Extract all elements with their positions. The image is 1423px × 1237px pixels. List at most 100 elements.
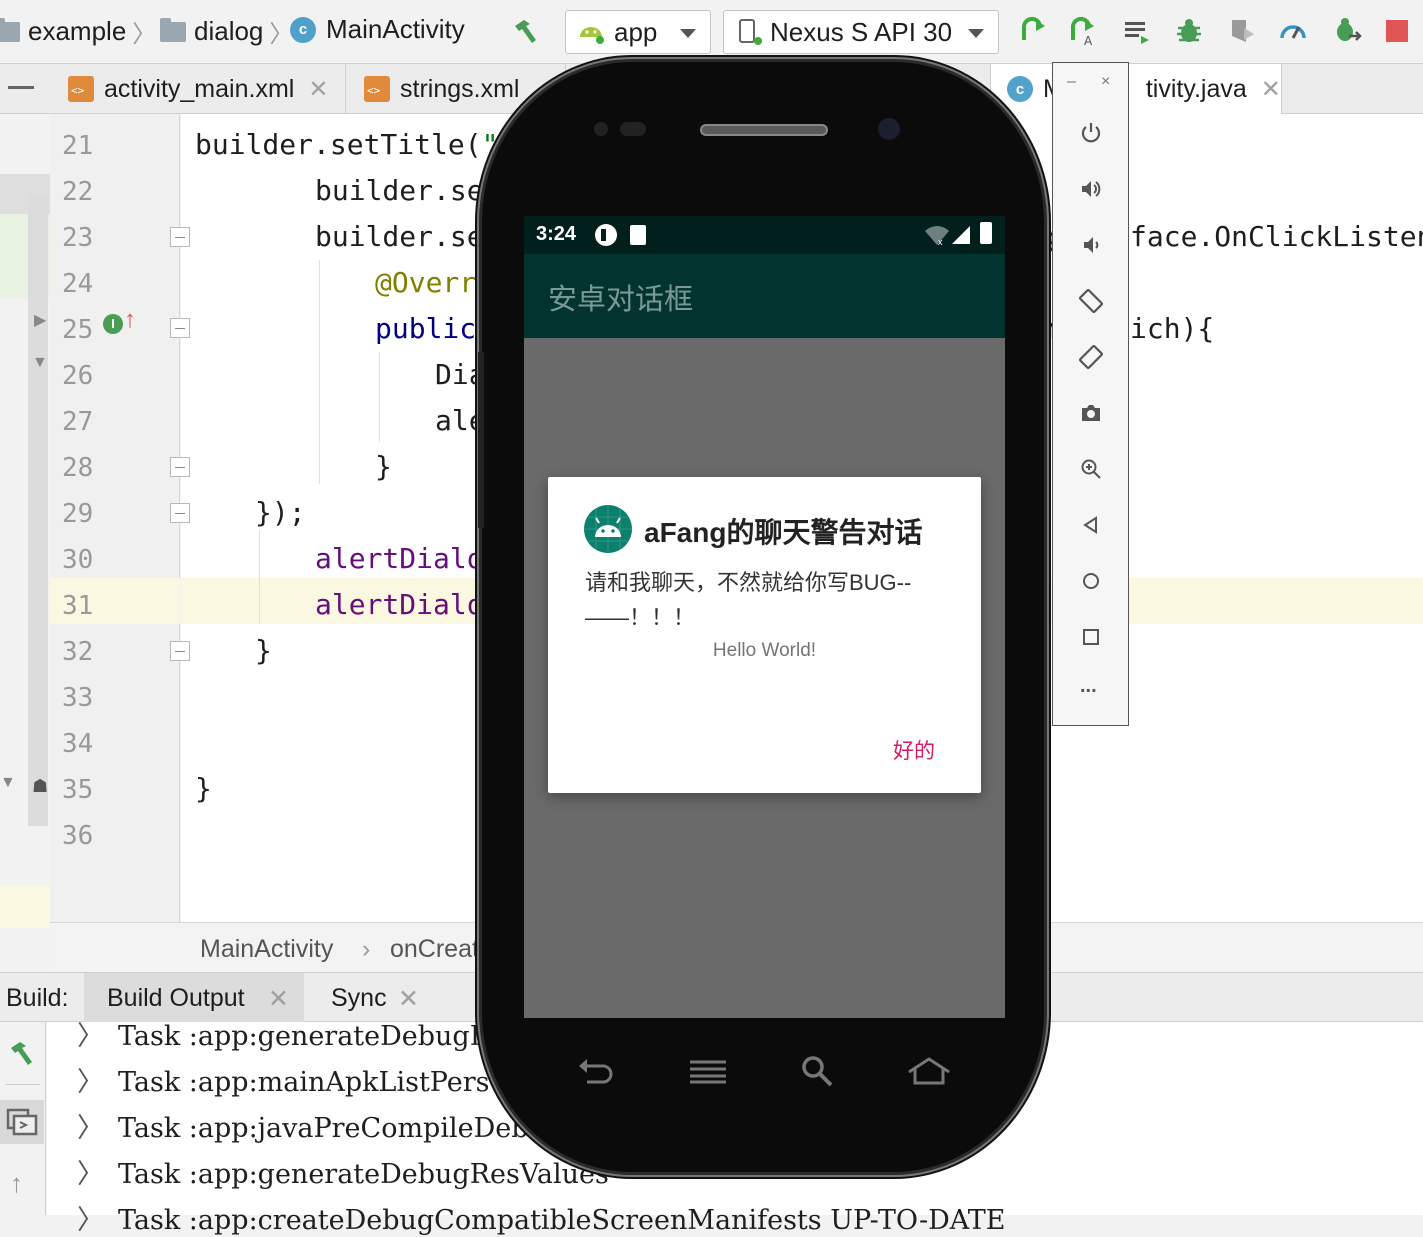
- dialog-positive-button[interactable]: 好的: [893, 735, 935, 765]
- signal-icon: [952, 226, 970, 244]
- chevron-right-icon: 〉: [77, 1159, 104, 1190]
- android-icon: [584, 505, 632, 553]
- emulator-screen[interactable]: 3:24 x 安卓对话框 aFang的聊天警告对话 请和我聊天，不然就给你写BU…: [524, 216, 1005, 1018]
- code-line-35: }: [195, 772, 212, 805]
- line-number: 22: [62, 177, 94, 207]
- tab-activity-main-xml[interactable]: activity_main.xml ✕: [50, 64, 346, 114]
- code-line-23-tail: face.OnClickListener: [1130, 220, 1423, 253]
- fold-marker-icon[interactable]: [170, 641, 190, 661]
- zoom-icon[interactable]: [1075, 453, 1107, 485]
- line-number: 26: [62, 361, 94, 391]
- code-line-25: public: [375, 312, 477, 345]
- run-config-select[interactable]: app: [565, 10, 711, 54]
- line-number: 30: [62, 545, 94, 575]
- front-sensor: [620, 122, 646, 136]
- build-label: Build:: [6, 984, 69, 1012]
- collapse-arrow-icon[interactable]: ▼: [0, 774, 16, 792]
- fold-marker-icon[interactable]: [170, 227, 190, 247]
- back-icon[interactable]: [1075, 509, 1107, 541]
- overview-icon[interactable]: [1075, 621, 1107, 653]
- volume-up-icon[interactable]: [1075, 173, 1107, 205]
- breadcrumb-method[interactable]: onCreat: [390, 935, 479, 964]
- run-tests-icon[interactable]: [1122, 16, 1152, 46]
- indent-guide: [259, 530, 260, 624]
- more-options-icon[interactable]: ...: [1080, 675, 1097, 698]
- line-number: 32: [62, 637, 94, 667]
- rotate-right-icon[interactable]: [1075, 341, 1107, 373]
- dropdown-arrow-icon: [680, 29, 696, 38]
- alert-dialog: aFang的聊天警告对话 请和我聊天，不然就给你写BUG--——！！！ Hell…: [548, 477, 981, 793]
- app-bar: 安卓对话框: [524, 254, 1005, 338]
- status-time: 3:24: [536, 223, 577, 245]
- stop-icon[interactable]: [1382, 16, 1412, 46]
- hello-world-text: Hello World!: [712, 640, 817, 661]
- dropdown-arrow-icon: [968, 29, 984, 38]
- close-button[interactable]: ×: [1101, 73, 1110, 91]
- profiler-gauge-icon[interactable]: [1278, 16, 1308, 46]
- apply-changes-restart-icon[interactable]: [1018, 16, 1048, 46]
- chevron-right-icon: ›: [362, 935, 371, 963]
- build-task-row[interactable]: 〉 Task :app:createDebugCompatibleScreenMa…: [77, 1198, 1005, 1237]
- xml-file-icon: [364, 76, 390, 102]
- fold-marker-icon[interactable]: [170, 457, 190, 477]
- build-task-row[interactable]: 〉 Task :app:generateDebugBu: [77, 1014, 507, 1053]
- app-title: 安卓对话框: [548, 284, 694, 316]
- scroll-up-icon[interactable]: ↑: [10, 1168, 23, 1199]
- profile-icon[interactable]: [1226, 16, 1256, 46]
- back-button-icon[interactable]: [575, 1056, 615, 1086]
- search-button-icon[interactable]: [800, 1054, 834, 1088]
- close-icon[interactable]: ✕: [1261, 75, 1281, 104]
- collapse-icon[interactable]: [8, 86, 34, 89]
- minimize-button[interactable]: –: [1067, 73, 1076, 91]
- fold-marker-icon[interactable]: [170, 318, 190, 338]
- breadcrumb-class[interactable]: MainActivity: [200, 935, 333, 964]
- build-hammer-icon[interactable]: [6, 1038, 36, 1073]
- line-number: 31: [62, 591, 94, 621]
- attach-debugger-icon[interactable]: [1332, 16, 1362, 46]
- close-icon[interactable]: ✕: [268, 984, 289, 1014]
- apply-code-changes-icon[interactable]: A: [1068, 16, 1098, 46]
- toggle-view-icon[interactable]: [0, 1100, 44, 1144]
- line-number: 23: [62, 223, 94, 253]
- battery-icon: [980, 222, 992, 244]
- vertical-scrollbar[interactable]: [28, 194, 48, 826]
- code-line-29: });: [255, 496, 306, 529]
- line-number: 25: [62, 315, 94, 345]
- expand-arrow-icon[interactable]: ▶: [34, 310, 46, 330]
- chevron-right-icon: 〉: [77, 1021, 104, 1052]
- device-select[interactable]: Nexus S API 30: [723, 10, 999, 54]
- dialog-message: 请和我聊天，不然就给你写BUG--——！！！: [585, 570, 912, 630]
- build-hammer-icon[interactable]: [510, 16, 540, 46]
- divider: [6, 1084, 40, 1085]
- collapse-arrow-icon[interactable]: ▼: [32, 354, 48, 372]
- menu-button-icon[interactable]: [688, 1058, 728, 1084]
- close-icon[interactable]: ✕: [398, 984, 419, 1014]
- rotate-left-icon[interactable]: [1075, 285, 1107, 317]
- breadcrumb-project[interactable]: example 〉: [0, 14, 162, 49]
- camera-icon[interactable]: [1075, 397, 1107, 429]
- wifi-icon: x: [925, 226, 949, 247]
- override-arrow-icon[interactable]: ↑: [124, 308, 136, 332]
- fold-marker-icon[interactable]: [170, 503, 190, 523]
- line-number: 21: [62, 131, 94, 161]
- home-icon[interactable]: [1075, 565, 1107, 597]
- close-icon[interactable]: ✕: [308, 75, 328, 104]
- code-line-25-tail: ich){: [1130, 312, 1215, 345]
- home-button-icon[interactable]: [906, 1056, 952, 1086]
- build-task-row[interactable]: 〉 Task :app:mainApkListPers: [77, 1060, 490, 1099]
- breadcrumb-class[interactable]: c MainActivity: [290, 14, 465, 45]
- volume-down-icon[interactable]: [1075, 229, 1107, 261]
- tab-main-activity-java[interactable]: c M tivity.java ✕: [990, 64, 1282, 114]
- implements-icon[interactable]: I: [103, 314, 123, 334]
- debug-bug-icon[interactable]: [1174, 16, 1204, 46]
- code-line-30: alertDialog: [315, 542, 501, 575]
- build-task-row[interactable]: 〉 Task :app:generateDebugResValues: [77, 1152, 609, 1191]
- power-icon[interactable]: [1075, 117, 1107, 149]
- class-icon: c: [1007, 76, 1033, 102]
- breadcrumb-module[interactable]: dialog 〉: [160, 14, 299, 49]
- indent-guide: [319, 260, 320, 484]
- android-icon: [580, 27, 604, 44]
- build-task-row[interactable]: 〉 Task :app:javaPreCompileDeb: [77, 1106, 529, 1145]
- front-sensor: [594, 122, 608, 136]
- xml-file-icon: [68, 76, 94, 102]
